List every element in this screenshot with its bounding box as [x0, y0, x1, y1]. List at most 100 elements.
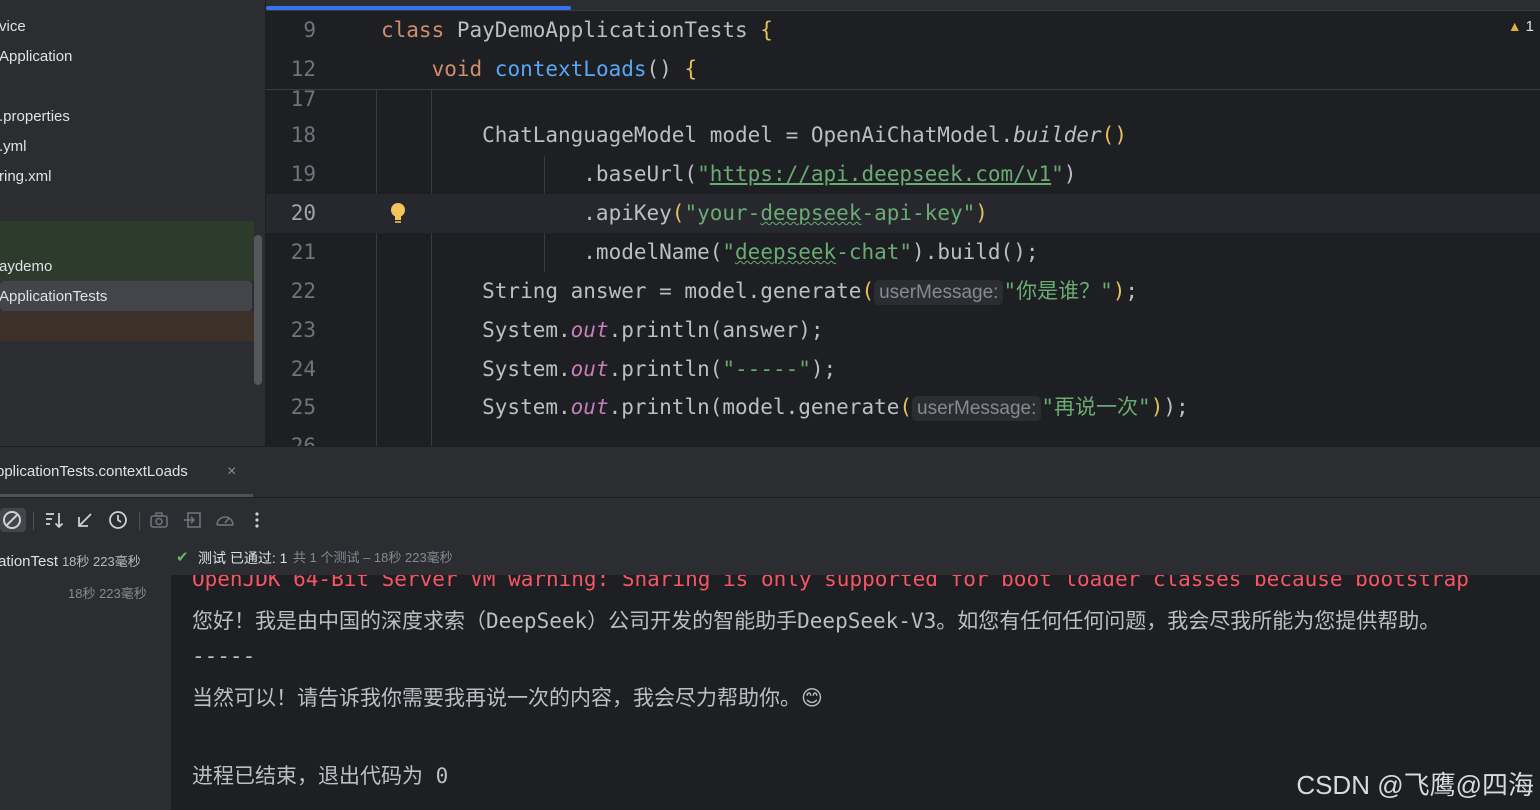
tests-passed-label: 测试 已通过: 1	[198, 550, 288, 566]
tree-item[interactable]: .properties	[0, 102, 250, 132]
line-number: 21	[290, 240, 316, 264]
tree-item[interactable]: ApplicationTests	[0, 282, 250, 312]
tree-item-label: vice	[0, 18, 26, 35]
code-token: System.	[381, 318, 571, 342]
coverage-button[interactable]	[213, 508, 237, 532]
more-vertical-icon	[255, 512, 259, 528]
code-token: .println(	[608, 357, 723, 381]
code-line[interactable]: 26	[266, 427, 1540, 446]
tree-item-label: Application	[0, 48, 73, 65]
lightbulb-icon[interactable]	[388, 201, 408, 225]
code-token: String answer = model.generate	[381, 279, 862, 303]
import-button[interactable]	[181, 508, 205, 532]
code-line[interactable]: 22 String answer = model.generate(userMe…	[266, 272, 1540, 311]
code-token: "再说一次"	[1041, 395, 1151, 419]
code-token: {	[760, 18, 773, 42]
line-number: 22	[290, 279, 316, 303]
line-number: 19	[290, 162, 316, 186]
code-token: (	[671, 201, 685, 225]
camera-icon	[150, 512, 168, 528]
line-number: 18	[290, 123, 316, 147]
clock-icon	[109, 511, 127, 529]
show-ignored-button[interactable]	[0, 508, 26, 532]
screenshot-button[interactable]	[147, 508, 171, 532]
console-line: 您好！我是由中国的深度求索（DeepSeek）公司开发的智能助手DeepSeek…	[192, 609, 1441, 633]
code-token: https://api.deepseek.com/v1	[709, 162, 1052, 186]
code-token: deepseek	[760, 201, 862, 225]
test-status-bar: ✔ 测试 已通过: 1 共 1 个测试 – 18秒 223毫秒	[171, 541, 1540, 575]
line-number: 25	[290, 395, 316, 419]
run-tab[interactable]: pplicationTests.contextLoads	[0, 457, 188, 487]
tests-summary: 共 1 个测试 – 18秒 223毫秒	[293, 550, 453, 565]
code-token: PayDemoApplicationTests	[456, 18, 761, 42]
console-output[interactable]: OpenJDK 64-Bit Server VM warning: Sharin…	[171, 575, 1540, 810]
tree-item[interactable]: ring.xml	[0, 162, 250, 192]
code-token: .modelName(	[381, 240, 723, 264]
parameter-hint: userMessage:	[912, 396, 1042, 421]
tree-item[interactable]: vice	[0, 12, 250, 42]
code-token: contextLoads	[494, 57, 647, 81]
line-number: 26	[290, 434, 316, 446]
sticky-line-class[interactable]: 9 class PayDemoApplicationTests {	[266, 11, 1540, 50]
code-token: void	[381, 57, 495, 81]
tree-vcs-modified-highlight	[0, 311, 254, 341]
code-token: "你是谁？"	[1003, 279, 1113, 303]
test-row[interactable]: ationTest 18秒 223毫秒	[0, 551, 141, 570]
tree-scrollbar[interactable]	[254, 235, 262, 385]
code-line[interactable]: 23 System.out.println(answer);	[266, 311, 1540, 350]
code-token: "	[722, 240, 736, 264]
code-token: System.	[381, 357, 571, 381]
code-line[interactable]: 19 .baseUrl("https://api.deepseek.com/v1…	[266, 155, 1540, 194]
code-token: )	[1063, 162, 1077, 186]
code-token: .apiKey	[381, 201, 672, 225]
console-line: OpenJDK 64-Bit Server VM warning: Sharin…	[192, 575, 1469, 591]
code-token: out	[570, 395, 609, 419]
run-toolbar	[0, 497, 1540, 542]
console-line: 当然可以！请告诉我你需要我再说一次的内容，我会尽力帮助你。😊	[192, 686, 823, 710]
code-line[interactable]: 25 System.out.println(model.generate(use…	[266, 388, 1540, 427]
code-token: )	[975, 201, 988, 225]
test-row[interactable]: 18秒 223毫秒	[68, 583, 147, 602]
import-icon	[184, 512, 201, 528]
code-token: out	[570, 357, 609, 381]
code-token: System.	[381, 395, 571, 419]
line-number: 9	[303, 18, 316, 42]
code-token: ()	[1101, 123, 1127, 147]
tree-item-label: aydemo	[0, 258, 53, 275]
test-history-button[interactable]	[106, 508, 130, 532]
code-token: "-----"	[722, 357, 811, 381]
code-token: )	[1112, 279, 1126, 303]
code-line[interactable]: 21 .modelName("deepseek-chat").build();	[266, 233, 1540, 272]
code-line[interactable]: 17	[266, 80, 1540, 119]
tree-item[interactable]: Application	[0, 42, 250, 72]
code-line[interactable]: 24 System.out.println("-----");	[266, 350, 1540, 389]
code-token: "	[697, 162, 710, 186]
close-icon[interactable]: ×	[227, 457, 236, 487]
editor-tab-strip	[266, 0, 1540, 11]
check-icon: ✔	[176, 549, 189, 566]
collapse-button[interactable]	[73, 508, 97, 532]
tree-item-label: ApplicationTests	[0, 288, 108, 305]
tree-item[interactable]: aydemo	[0, 252, 250, 282]
test-results-tree: ationTest 18秒 223毫秒 18秒 223毫秒	[0, 541, 171, 810]
code-token: {	[684, 57, 698, 81]
collapse-arrow-icon	[78, 513, 92, 527]
code-line[interactable]: 18 ChatLanguageModel model = OpenAiChatM…	[266, 116, 1540, 155]
line-number: 24	[290, 357, 316, 381]
sort-icon	[46, 513, 64, 529]
code-token: )	[1150, 395, 1164, 419]
gauge-icon	[216, 516, 234, 526]
code-token: -chat"	[836, 240, 913, 264]
code-line[interactable]: 20 .apiKey("your-deepseek-api-key")	[266, 194, 1540, 233]
line-number: 23	[290, 318, 316, 342]
toolbar-separator	[33, 512, 34, 530]
tree-item[interactable]: .yml	[0, 132, 250, 162]
sort-button[interactable]	[42, 508, 66, 532]
code-token: class	[381, 18, 457, 42]
code-token: "	[1051, 162, 1064, 186]
line-number: 20	[290, 201, 316, 225]
more-options-button[interactable]	[245, 508, 269, 532]
code-editor[interactable]: ▲ 1 9 class PayDemoApplicationTests { 12 v…	[266, 0, 1540, 446]
code-token: ;	[1125, 279, 1139, 303]
code-token: builder	[1013, 123, 1102, 147]
